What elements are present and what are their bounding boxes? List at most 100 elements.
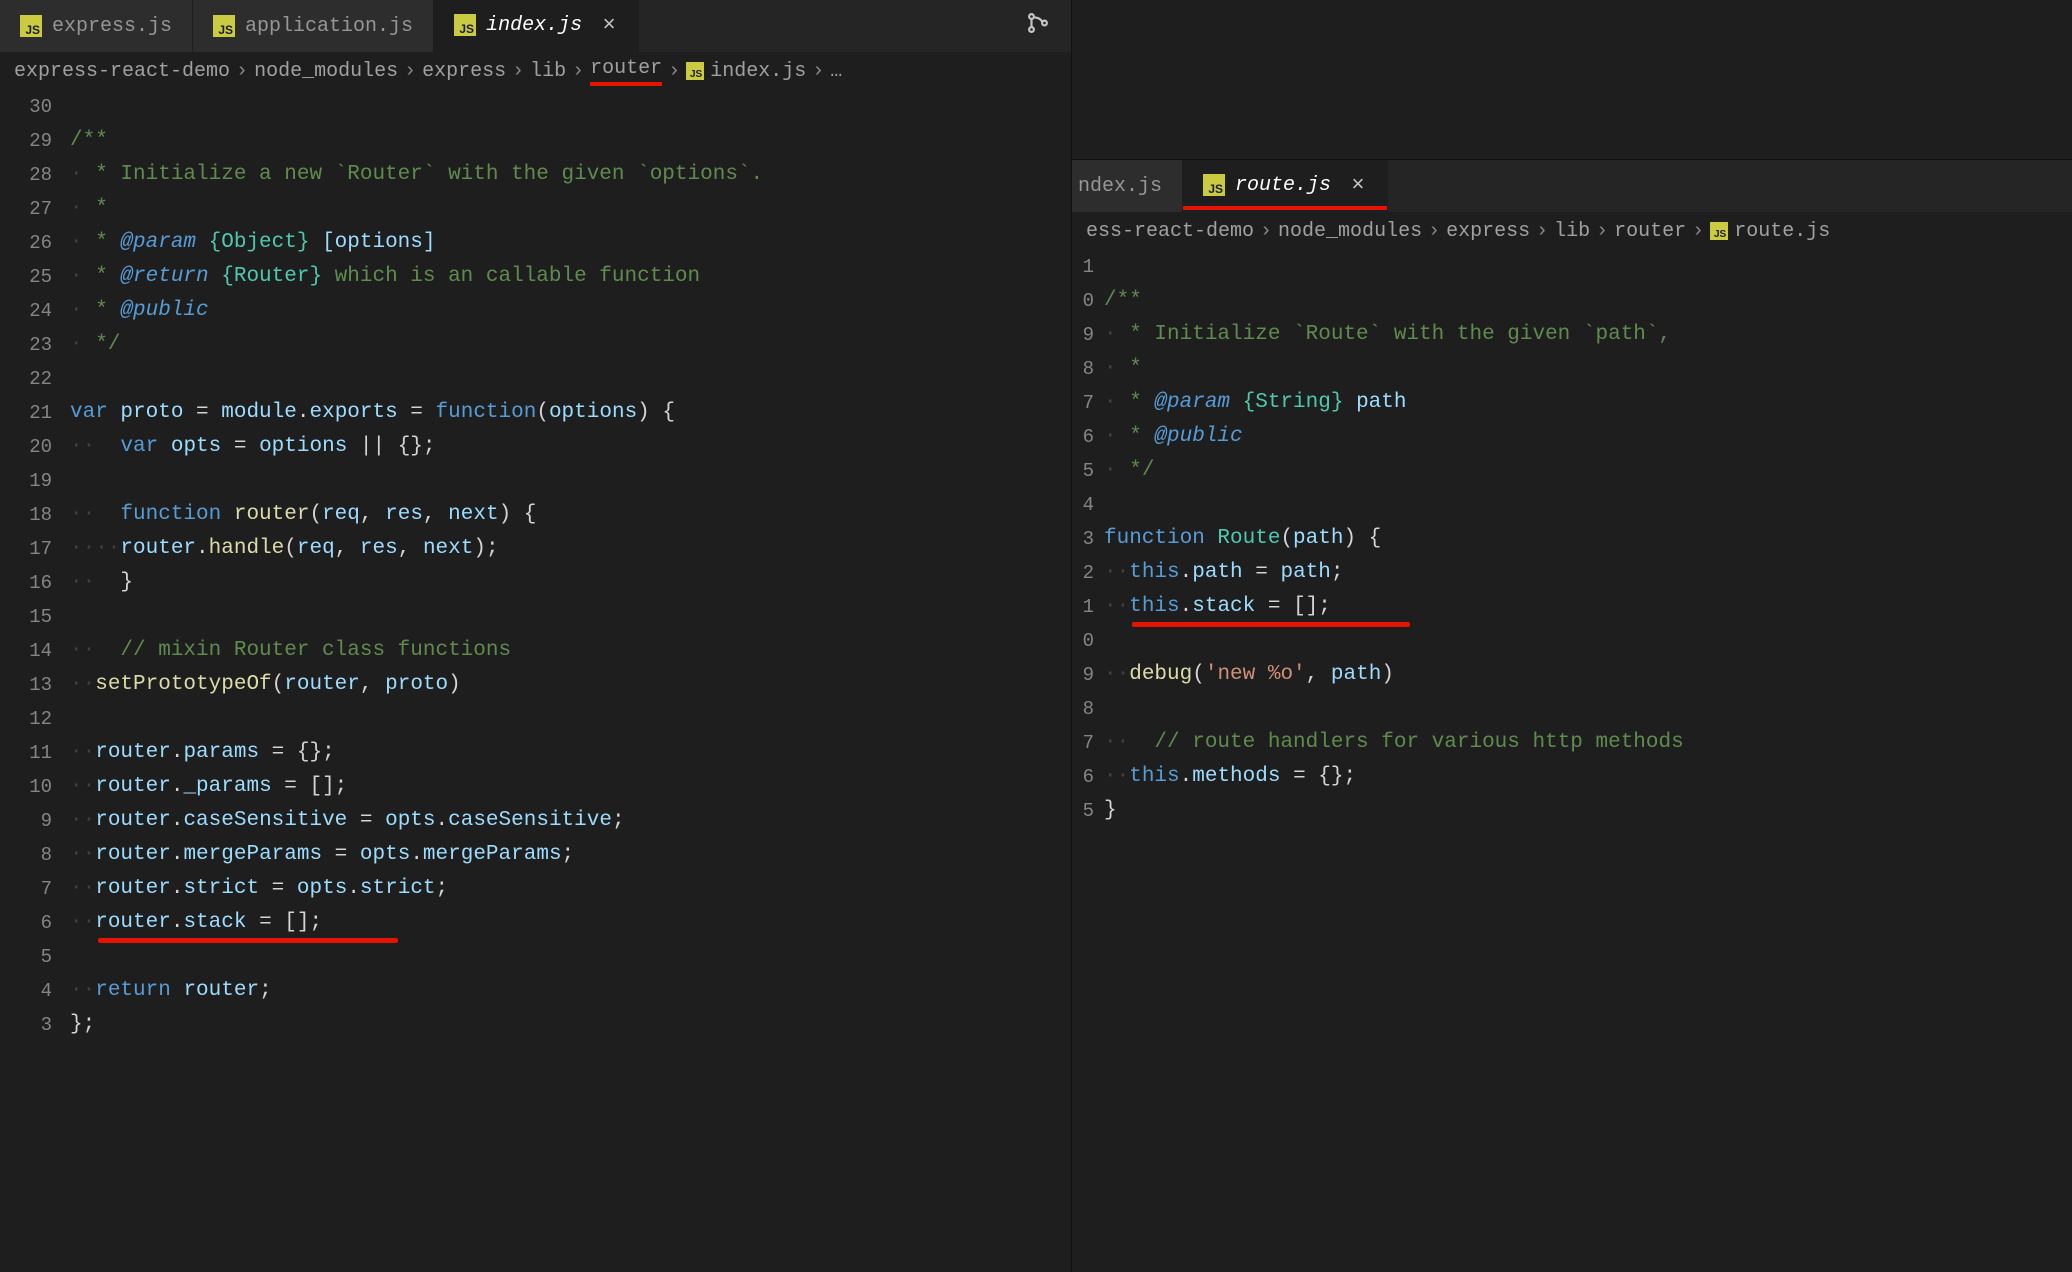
code-line[interactable]: ··this.path = path; — [1104, 556, 2072, 590]
line-number: 16 — [0, 566, 52, 600]
js-icon: JS — [1710, 222, 1728, 240]
tab-express-js[interactable]: JS express.js — [0, 0, 193, 52]
close-icon[interactable]: × — [600, 13, 618, 38]
code-line[interactable] — [70, 940, 1071, 974]
code-line[interactable]: ··setPrototypeOf(router, proto) — [70, 668, 1071, 702]
code-line[interactable]: } — [1104, 794, 2072, 828]
empty-top-gap — [1072, 0, 2072, 160]
breadcrumb-seg[interactable]: route.js — [1734, 220, 1830, 243]
line-number: 1 — [1072, 250, 1094, 284]
editor-pane-right: ndex.js JS route.js × ess-react-demo › no… — [1072, 0, 2072, 1272]
code-line[interactable]: · * @return {Router} which is an callabl… — [70, 260, 1071, 294]
code-line[interactable]: ····router.handle(req, res, next); — [70, 532, 1071, 566]
code-line[interactable]: }; — [70, 1008, 1071, 1042]
code-line[interactable]: ··this.methods = {}; — [1104, 760, 2072, 794]
line-number: 26 — [0, 226, 52, 260]
breadcrumb-seg[interactable]: express — [422, 60, 506, 83]
line-number: 8 — [1072, 352, 1094, 386]
code-line[interactable]: ··this.stack = []; — [1104, 590, 2072, 624]
code-line[interactable] — [70, 90, 1071, 124]
code-line[interactable] — [1104, 488, 2072, 522]
gutter-left: 30 29 28 27 26 25 24 23 22 21 20 19 18 1… — [0, 90, 70, 1272]
code-line[interactable]: · * Initialize a new `Router` with the g… — [70, 158, 1071, 192]
code-line[interactable]: · * @param {String} path — [1104, 386, 2072, 420]
js-icon: JS — [213, 15, 235, 37]
code-line[interactable]: ··return router; — [70, 974, 1071, 1008]
line-number: 14 — [0, 634, 52, 668]
code-line[interactable]: · * @public — [1104, 420, 2072, 454]
code-line[interactable]: function Route(path) { — [1104, 522, 2072, 556]
breadcrumb-seg[interactable]: lib — [1554, 220, 1590, 243]
code-line[interactable]: ·· // route handlers for various http me… — [1104, 726, 2072, 760]
code-line[interactable]: · * — [1104, 352, 2072, 386]
chevron-right-icon: › — [404, 60, 416, 83]
close-icon[interactable]: × — [1349, 173, 1367, 198]
js-icon: JS — [686, 62, 704, 80]
code-line[interactable]: ··router.stack = []; — [70, 906, 1071, 940]
breadcrumb-seg[interactable]: … — [830, 60, 842, 83]
line-number: 9 — [1072, 318, 1094, 352]
line-number: 5 — [1072, 454, 1094, 488]
code-line[interactable]: var proto = module.exports = function(op… — [70, 396, 1071, 430]
code-lines-right[interactable]: /** · * Initialize `Route` with the give… — [1104, 250, 2072, 1272]
code-line[interactable]: ·· var opts = options || {}; — [70, 430, 1071, 464]
line-number: 7 — [1072, 386, 1094, 420]
code-line[interactable]: · * @public — [70, 294, 1071, 328]
code-line[interactable] — [1104, 250, 2072, 284]
code-line[interactable] — [70, 702, 1071, 736]
code-line[interactable]: · * Initialize `Route` with the given `p… — [1104, 318, 2072, 352]
line-number: 3 — [0, 1008, 52, 1042]
code-line[interactable]: ·· function router(req, res, next) { — [70, 498, 1071, 532]
code-line[interactable]: ··debug('new %o', path) — [1104, 658, 2072, 692]
code-line[interactable]: ··router.caseSensitive = opts.caseSensit… — [70, 804, 1071, 838]
code-lines-left[interactable]: /** · * Initialize a new `Router` with t… — [70, 90, 1071, 1272]
code-line[interactable]: ··router._params = []; — [70, 770, 1071, 804]
tab-label: application.js — [245, 15, 413, 38]
breadcrumb-seg[interactable]: express — [1446, 220, 1530, 243]
code-line[interactable] — [70, 362, 1071, 396]
code-line[interactable]: · * — [70, 192, 1071, 226]
code-editor-right[interactable]: 1 0 9 8 7 6 5 4 3 2 1 0 9 8 7 6 5 /** — [1072, 250, 2072, 1272]
code-line[interactable]: ·· } — [70, 566, 1071, 600]
code-line[interactable] — [70, 464, 1071, 498]
tab-index-js[interactable]: JS index.js × — [434, 0, 639, 52]
tab-index-js-right[interactable]: ndex.js — [1072, 160, 1183, 212]
code-line[interactable]: ··router.params = {}; — [70, 736, 1071, 770]
source-control-icon[interactable] — [1025, 10, 1051, 43]
code-line[interactable]: · */ — [1104, 454, 2072, 488]
breadcrumb-seg[interactable]: ess-react-demo — [1086, 220, 1254, 243]
breadcrumb-seg[interactable]: node_modules — [1278, 220, 1422, 243]
breadcrumb-seg[interactable]: index.js — [710, 60, 806, 83]
code-line[interactable]: /** — [70, 124, 1071, 158]
code-line[interactable] — [1104, 624, 2072, 658]
code-line[interactable]: ··router.strict = opts.strict; — [70, 872, 1071, 906]
annotation-underline-router-stack — [98, 938, 398, 943]
line-number: 21 — [0, 396, 52, 430]
breadcrumb-seg[interactable]: express-react-demo — [14, 60, 230, 83]
tab-route-js[interactable]: JS route.js × — [1183, 160, 1388, 212]
code-editor-left[interactable]: 30 29 28 27 26 25 24 23 22 21 20 19 18 1… — [0, 90, 1071, 1272]
code-line[interactable]: /** — [1104, 284, 2072, 318]
code-line[interactable]: · */ — [70, 328, 1071, 362]
chevron-right-icon: › — [1692, 220, 1704, 243]
code-line[interactable]: ··router.mergeParams = opts.mergeParams; — [70, 838, 1071, 872]
editor-split: JS express.js JS application.js JS index… — [0, 0, 2072, 1272]
line-number: 17 — [0, 532, 52, 566]
breadcrumb-seg[interactable]: lib — [530, 60, 566, 83]
line-number: 7 — [1072, 726, 1094, 760]
code-line[interactable]: · * @param {Object} [options] — [70, 226, 1071, 260]
tab-application-js[interactable]: JS application.js — [193, 0, 434, 52]
code-line[interactable]: ·· // mixin Router class functions — [70, 634, 1071, 668]
breadcrumb-seg[interactable]: router — [1614, 220, 1686, 243]
line-number: 4 — [0, 974, 52, 1008]
code-line[interactable] — [70, 600, 1071, 634]
js-icon: JS — [454, 14, 476, 36]
breadcrumb-seg-router[interactable]: router — [590, 57, 662, 86]
active-tab-indicator — [1183, 206, 1387, 210]
breadcrumb-seg[interactable]: node_modules — [254, 60, 398, 83]
code-line[interactable] — [1104, 692, 2072, 726]
chevron-right-icon: › — [1428, 220, 1440, 243]
tab-bar-left: JS express.js JS application.js JS index… — [0, 0, 1071, 52]
line-number: 22 — [0, 362, 52, 396]
line-number: 10 — [0, 770, 52, 804]
